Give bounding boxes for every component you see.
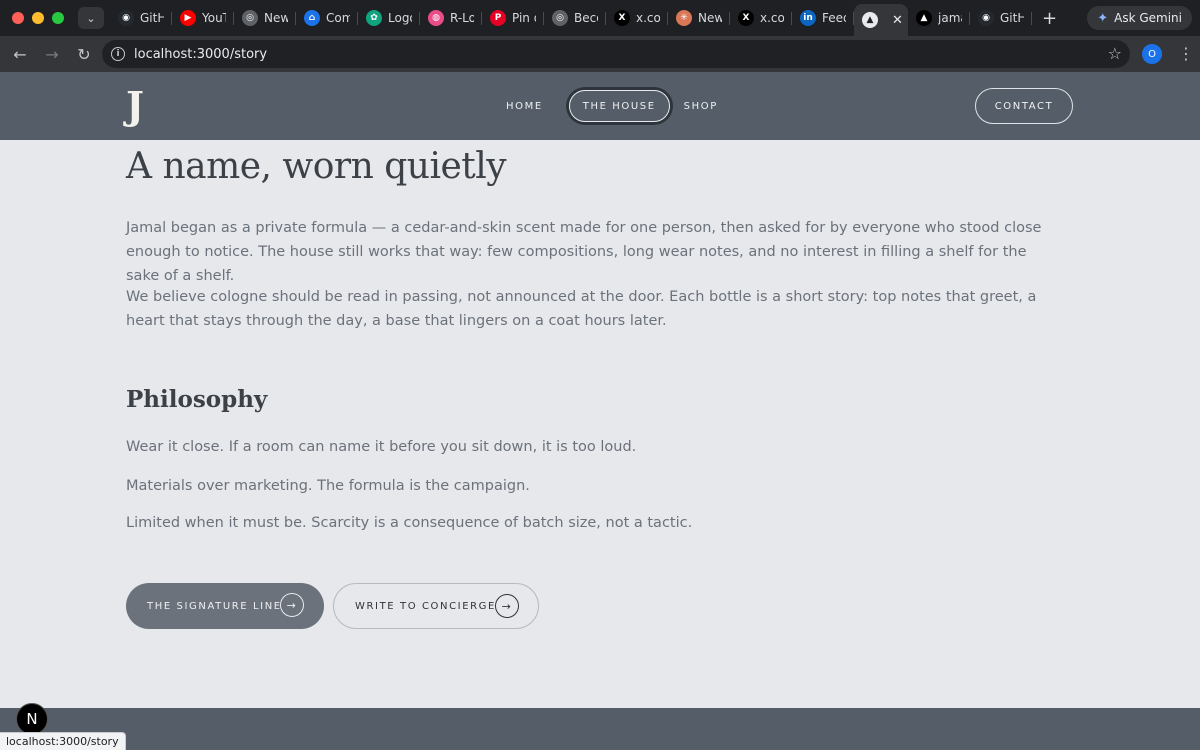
nav-the-house[interactable]: THE HOUSE [568, 90, 670, 122]
url-text: localhost:3000/story [134, 46, 268, 62]
x-icon: X [614, 10, 630, 26]
tab-label: jama [938, 11, 962, 25]
back-button[interactable]: ← [6, 40, 34, 68]
tab-label: GitHub [140, 11, 164, 25]
tab-strip: ◉ GitHub ▶ YouTube ◎ New ⌂ Com ✿ Logo ◍ R-Lo P Pin o ◎… [110, 0, 1032, 36]
minimize-window-button[interactable] [32, 12, 44, 24]
story-paragraph-1: Jamal began as a private formula — a ced… [126, 220, 1042, 284]
reload-icon: ↻ [77, 44, 91, 64]
browser-tab[interactable]: Xx.cor [606, 4, 668, 32]
jamal-logo[interactable]: J [126, 86, 144, 126]
browser-tab[interactable]: ⌂ Com [296, 4, 358, 32]
link-status-bar: localhost:3000/story [0, 732, 126, 750]
address-bar[interactable]: i localhost:3000/story ☆ [102, 40, 1130, 68]
browser-tab[interactable]: ◉ GitH [970, 4, 1032, 32]
tab-label: x.cor [760, 11, 784, 25]
tab-label: x.cor [636, 11, 660, 25]
linkedin-icon: in [800, 10, 816, 26]
browser-tab[interactable]: ▶ YouTube [172, 4, 234, 32]
github-icon: ◉ [978, 10, 994, 26]
browser-tab[interactable]: ◍ R-Lo [420, 4, 482, 32]
tab-label: Logo [388, 11, 412, 25]
nav-home[interactable]: HOME [506, 90, 543, 122]
philosophy-heading: Philosophy [126, 386, 268, 413]
globe-icon: ◎ [552, 10, 568, 26]
signature-line-button[interactable]: THE SIGNATURE LINE → [126, 583, 324, 629]
browser-tab[interactable]: in Feed [792, 4, 854, 32]
site-header: J HOME THE HOUSE SHOP CONTACT [0, 72, 1200, 140]
tab-label: Feed [822, 11, 846, 25]
tab-label: YouTube [202, 11, 226, 25]
site-info-icon[interactable]: i [111, 47, 125, 61]
write-to-concierge-button[interactable]: WRITE TO CONCIERGE → [333, 583, 539, 629]
github-icon: ◉ [118, 10, 134, 26]
tab-search-button[interactable]: ⌄ [78, 7, 104, 29]
youtube-icon: ▶ [180, 10, 196, 26]
tab-label: Pin o [512, 11, 536, 25]
nextjs-dev-indicator[interactable]: N [16, 703, 48, 735]
close-tab-icon[interactable]: ✕ [892, 13, 903, 28]
profile-avatar[interactable]: O [1142, 44, 1162, 64]
browser-tab[interactable]: P Pin o [482, 4, 544, 32]
browser-menu-icon[interactable]: ⋮ [1178, 44, 1194, 64]
browser-tab[interactable]: ◎ New [234, 4, 296, 32]
browser-tab[interactable]: ◎ Beco [544, 4, 606, 32]
browser-tab[interactable]: Xx.cor [730, 4, 792, 32]
pinterest-icon: P [490, 10, 506, 26]
tab-label: R-Lo [450, 11, 474, 25]
reload-button[interactable]: ↻ [70, 40, 98, 68]
arrow-right-icon: → [280, 593, 304, 617]
tab-active[interactable]: ▲T✕ [854, 4, 908, 36]
x-icon: X [738, 10, 754, 26]
page-title: A name, worn quietly [126, 146, 507, 187]
arrow-left-icon: ← [13, 44, 27, 64]
chevron-down-icon: ⌄ [86, 11, 96, 25]
ask-gemini-label: Ask Gemini [1114, 11, 1182, 25]
tab-label: New [264, 11, 288, 25]
openai-icon: ✿ [366, 10, 382, 26]
browser-toolbar: ← → ↻ i localhost:3000/story ☆ O ⋮ [0, 36, 1200, 72]
forward-button[interactable]: → [38, 40, 66, 68]
globe-icon: ◎ [242, 10, 258, 26]
philosophy-item-1: Wear it close. If a room can name it bef… [126, 439, 637, 455]
signature-line-label: THE SIGNATURE LINE [147, 600, 282, 612]
arrow-right-icon: → [45, 44, 59, 64]
close-window-button[interactable] [12, 12, 24, 24]
concierge-label: WRITE TO CONCIERGE [355, 600, 496, 612]
browser-tab[interactable]: ▲ jama [908, 4, 970, 32]
vercel-icon: ▲ [916, 10, 932, 26]
main-nav: HOME THE HOUSE SHOP [506, 90, 718, 122]
vercel-icon: ▲ [862, 12, 878, 28]
tab-label: New [698, 11, 722, 25]
browser-tab-bar: ⌄ ◉ GitHub ▶ YouTube ◎ New ⌂ Com ✿ Logo ◍ R-Lo P Pin … [0, 0, 1200, 36]
dribbble-icon: ◍ [428, 10, 444, 26]
maximize-window-button[interactable] [52, 12, 64, 24]
tab-label: Com [326, 11, 350, 25]
bookmark-star-icon[interactable]: ☆ [1108, 44, 1122, 63]
window-controls [12, 12, 64, 24]
browser-tab[interactable]: ✿ Logo [358, 4, 420, 32]
browser-tab[interactable]: ◉ GitHub [110, 4, 172, 32]
gemini-sparkle-icon: ✦ [1097, 10, 1109, 26]
new-tab-button[interactable]: + [1042, 8, 1057, 29]
app-icon: ⌂ [304, 10, 320, 26]
story-paragraph-2: We believe cologne should be read in pas… [126, 289, 1037, 329]
philosophy-item-3: Limited when it must be. Scarcity is a c… [126, 515, 693, 531]
browser-tab[interactable]: ✳ New [668, 4, 730, 32]
tab-label: Beco [574, 11, 598, 25]
arrow-right-icon: → [495, 594, 519, 618]
contact-button[interactable]: CONTACT [975, 88, 1073, 124]
nav-shop[interactable]: SHOP [684, 90, 718, 122]
philosophy-item-2: Materials over marketing. The formula is… [126, 478, 530, 494]
tab-label: GitH [1000, 11, 1024, 25]
site-footer [0, 708, 1200, 750]
claude-icon: ✳ [676, 10, 692, 26]
ask-gemini-button[interactable]: ✦ Ask Gemini [1087, 6, 1192, 30]
